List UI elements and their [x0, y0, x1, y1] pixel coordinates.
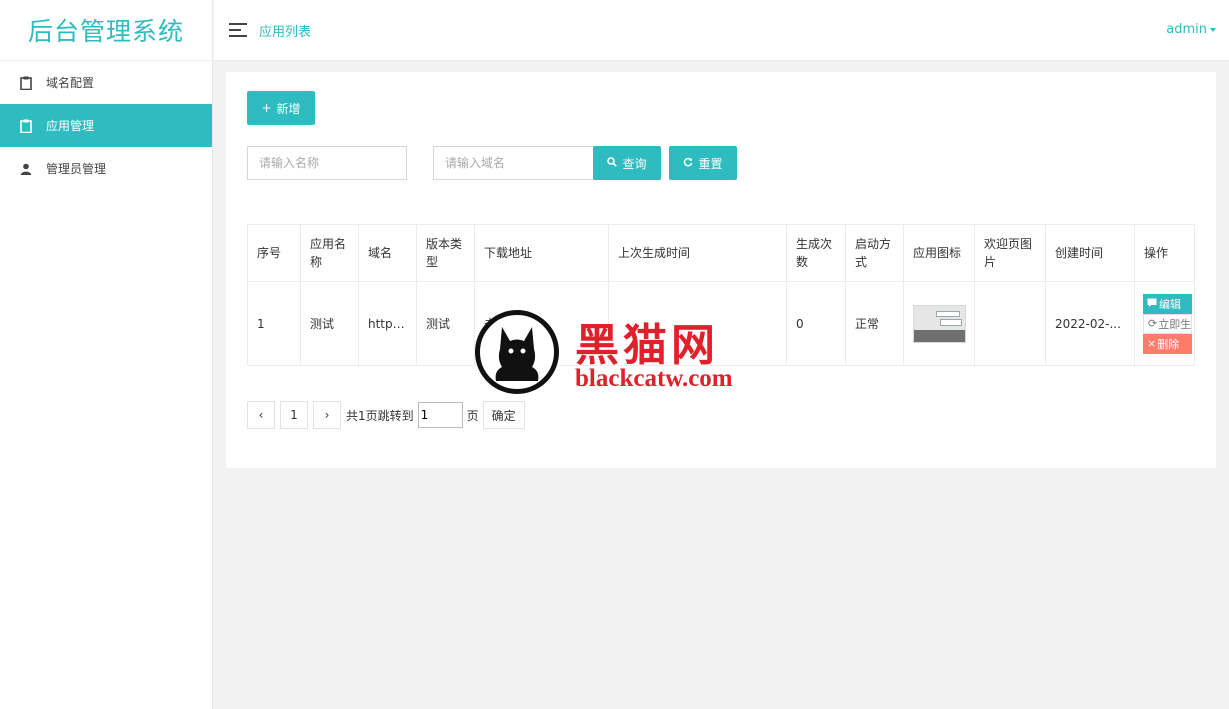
- cell-app-icon: [903, 281, 975, 366]
- content-card: + 新增 查询 重置 序号 应用名称 域名 版本类型 下载地址 上次生成时间 生…: [226, 72, 1216, 468]
- column-header: 上次生成时间: [608, 224, 787, 282]
- watermark-title: 黑猫网: [575, 320, 719, 371]
- watermark: 黑猫网 blackcatw.com: [475, 309, 755, 399]
- plus-icon: +: [261, 101, 272, 115]
- sidebar-item-app-management[interactable]: 应用管理: [0, 104, 212, 147]
- refresh-icon: [683, 156, 693, 170]
- cell-welcome-image: [974, 281, 1046, 366]
- column-header: 域名: [358, 224, 417, 282]
- breadcrumb: 应用列表: [259, 24, 312, 40]
- cell-version-type: 测试: [416, 281, 475, 366]
- sidebar: 后台管理系统 域名配置 应用管理 管理员管理: [0, 0, 213, 709]
- cell-index: 1: [247, 281, 301, 366]
- edit-icon: [1147, 297, 1159, 310]
- pagination: ‹ 1 › 共1页 跳转到 页 确定: [247, 401, 525, 429]
- cell-domain: http:...: [358, 281, 417, 366]
- sidebar-item-label: 管理员管理: [46, 162, 107, 176]
- jump-label: 跳转到: [377, 408, 414, 423]
- jump-page-input[interactable]: [417, 402, 463, 428]
- caret-down-icon: [1210, 27, 1216, 32]
- edit-button[interactable]: 编辑: [1143, 293, 1192, 314]
- app-logo-title: 后台管理系统: [0, 0, 212, 61]
- search-button-label: 查询: [622, 156, 647, 171]
- top-header: 应用列表 admin: [214, 0, 1229, 61]
- page-number-button[interactable]: 1: [280, 401, 308, 429]
- generate-now-button[interactable]: ⟳ 立即生: [1143, 313, 1192, 334]
- refresh-icon: ⟳: [1148, 317, 1158, 330]
- edit-button-label: 编辑: [1159, 297, 1181, 311]
- cell-actions: 编辑 ⟳ 立即生 × 删除: [1134, 281, 1195, 366]
- add-button[interactable]: + 新增: [247, 91, 315, 125]
- sidebar-item-domain-config[interactable]: 域名配置: [0, 61, 212, 104]
- next-page-button[interactable]: ›: [313, 401, 341, 429]
- cell-generate-count: 0: [786, 281, 846, 366]
- total-pages-text: 共1页: [346, 408, 378, 423]
- prev-page-button[interactable]: ‹: [247, 401, 275, 429]
- delete-button[interactable]: × 删除: [1143, 333, 1192, 354]
- app-icon-thumbnail[interactable]: [913, 304, 966, 343]
- sidebar-item-label: 域名配置: [46, 76, 95, 90]
- column-header: 操作: [1134, 224, 1195, 282]
- reset-button[interactable]: 重置: [669, 146, 737, 180]
- cell-launch-mode: 正常: [845, 281, 904, 366]
- column-header: 创建时间: [1045, 224, 1135, 282]
- user-menu[interactable]: admin: [1166, 22, 1216, 37]
- table-header-row: 序号 应用名称 域名 版本类型 下载地址 上次生成时间 生成次数 启动方式 应用…: [247, 224, 1195, 282]
- username: admin: [1166, 22, 1207, 37]
- column-header: 序号: [247, 224, 301, 282]
- clipboard-icon: [19, 76, 33, 90]
- search-icon: [607, 156, 618, 170]
- close-icon: ×: [1147, 337, 1157, 350]
- column-header: 生成次数: [786, 224, 846, 282]
- reset-button-label: 重置: [698, 156, 723, 171]
- jump-confirm-button[interactable]: 确定: [482, 401, 525, 429]
- generate-button-label: 立即生: [1158, 317, 1192, 331]
- domain-search-input[interactable]: [433, 146, 594, 180]
- delete-button-label: 删除: [1157, 337, 1180, 351]
- cell-created-at: 2022-02-...: [1045, 281, 1135, 366]
- sidebar-item-label: 应用管理: [46, 119, 95, 133]
- column-header: 应用名称: [300, 224, 359, 282]
- column-header: 下载地址: [474, 224, 609, 282]
- add-button-label: 新增: [276, 101, 301, 116]
- cell-name: 测试: [300, 281, 359, 366]
- page-unit-label: 页: [466, 408, 479, 423]
- column-header: 应用图标: [903, 224, 975, 282]
- column-header: 版本类型: [416, 224, 475, 282]
- column-header: 欢迎页图片: [974, 224, 1046, 282]
- black-cat-logo-icon: [475, 310, 559, 394]
- user-icon: [19, 162, 33, 176]
- menu-toggle-icon[interactable]: [229, 23, 247, 37]
- name-search-input[interactable]: [247, 146, 407, 180]
- watermark-subtitle: blackcatw.com: [575, 365, 733, 392]
- column-header: 启动方式: [845, 224, 904, 282]
- clipboard-icon: [19, 119, 33, 133]
- search-button[interactable]: 查询: [593, 146, 661, 180]
- sidebar-item-admin-management[interactable]: 管理员管理: [0, 147, 212, 190]
